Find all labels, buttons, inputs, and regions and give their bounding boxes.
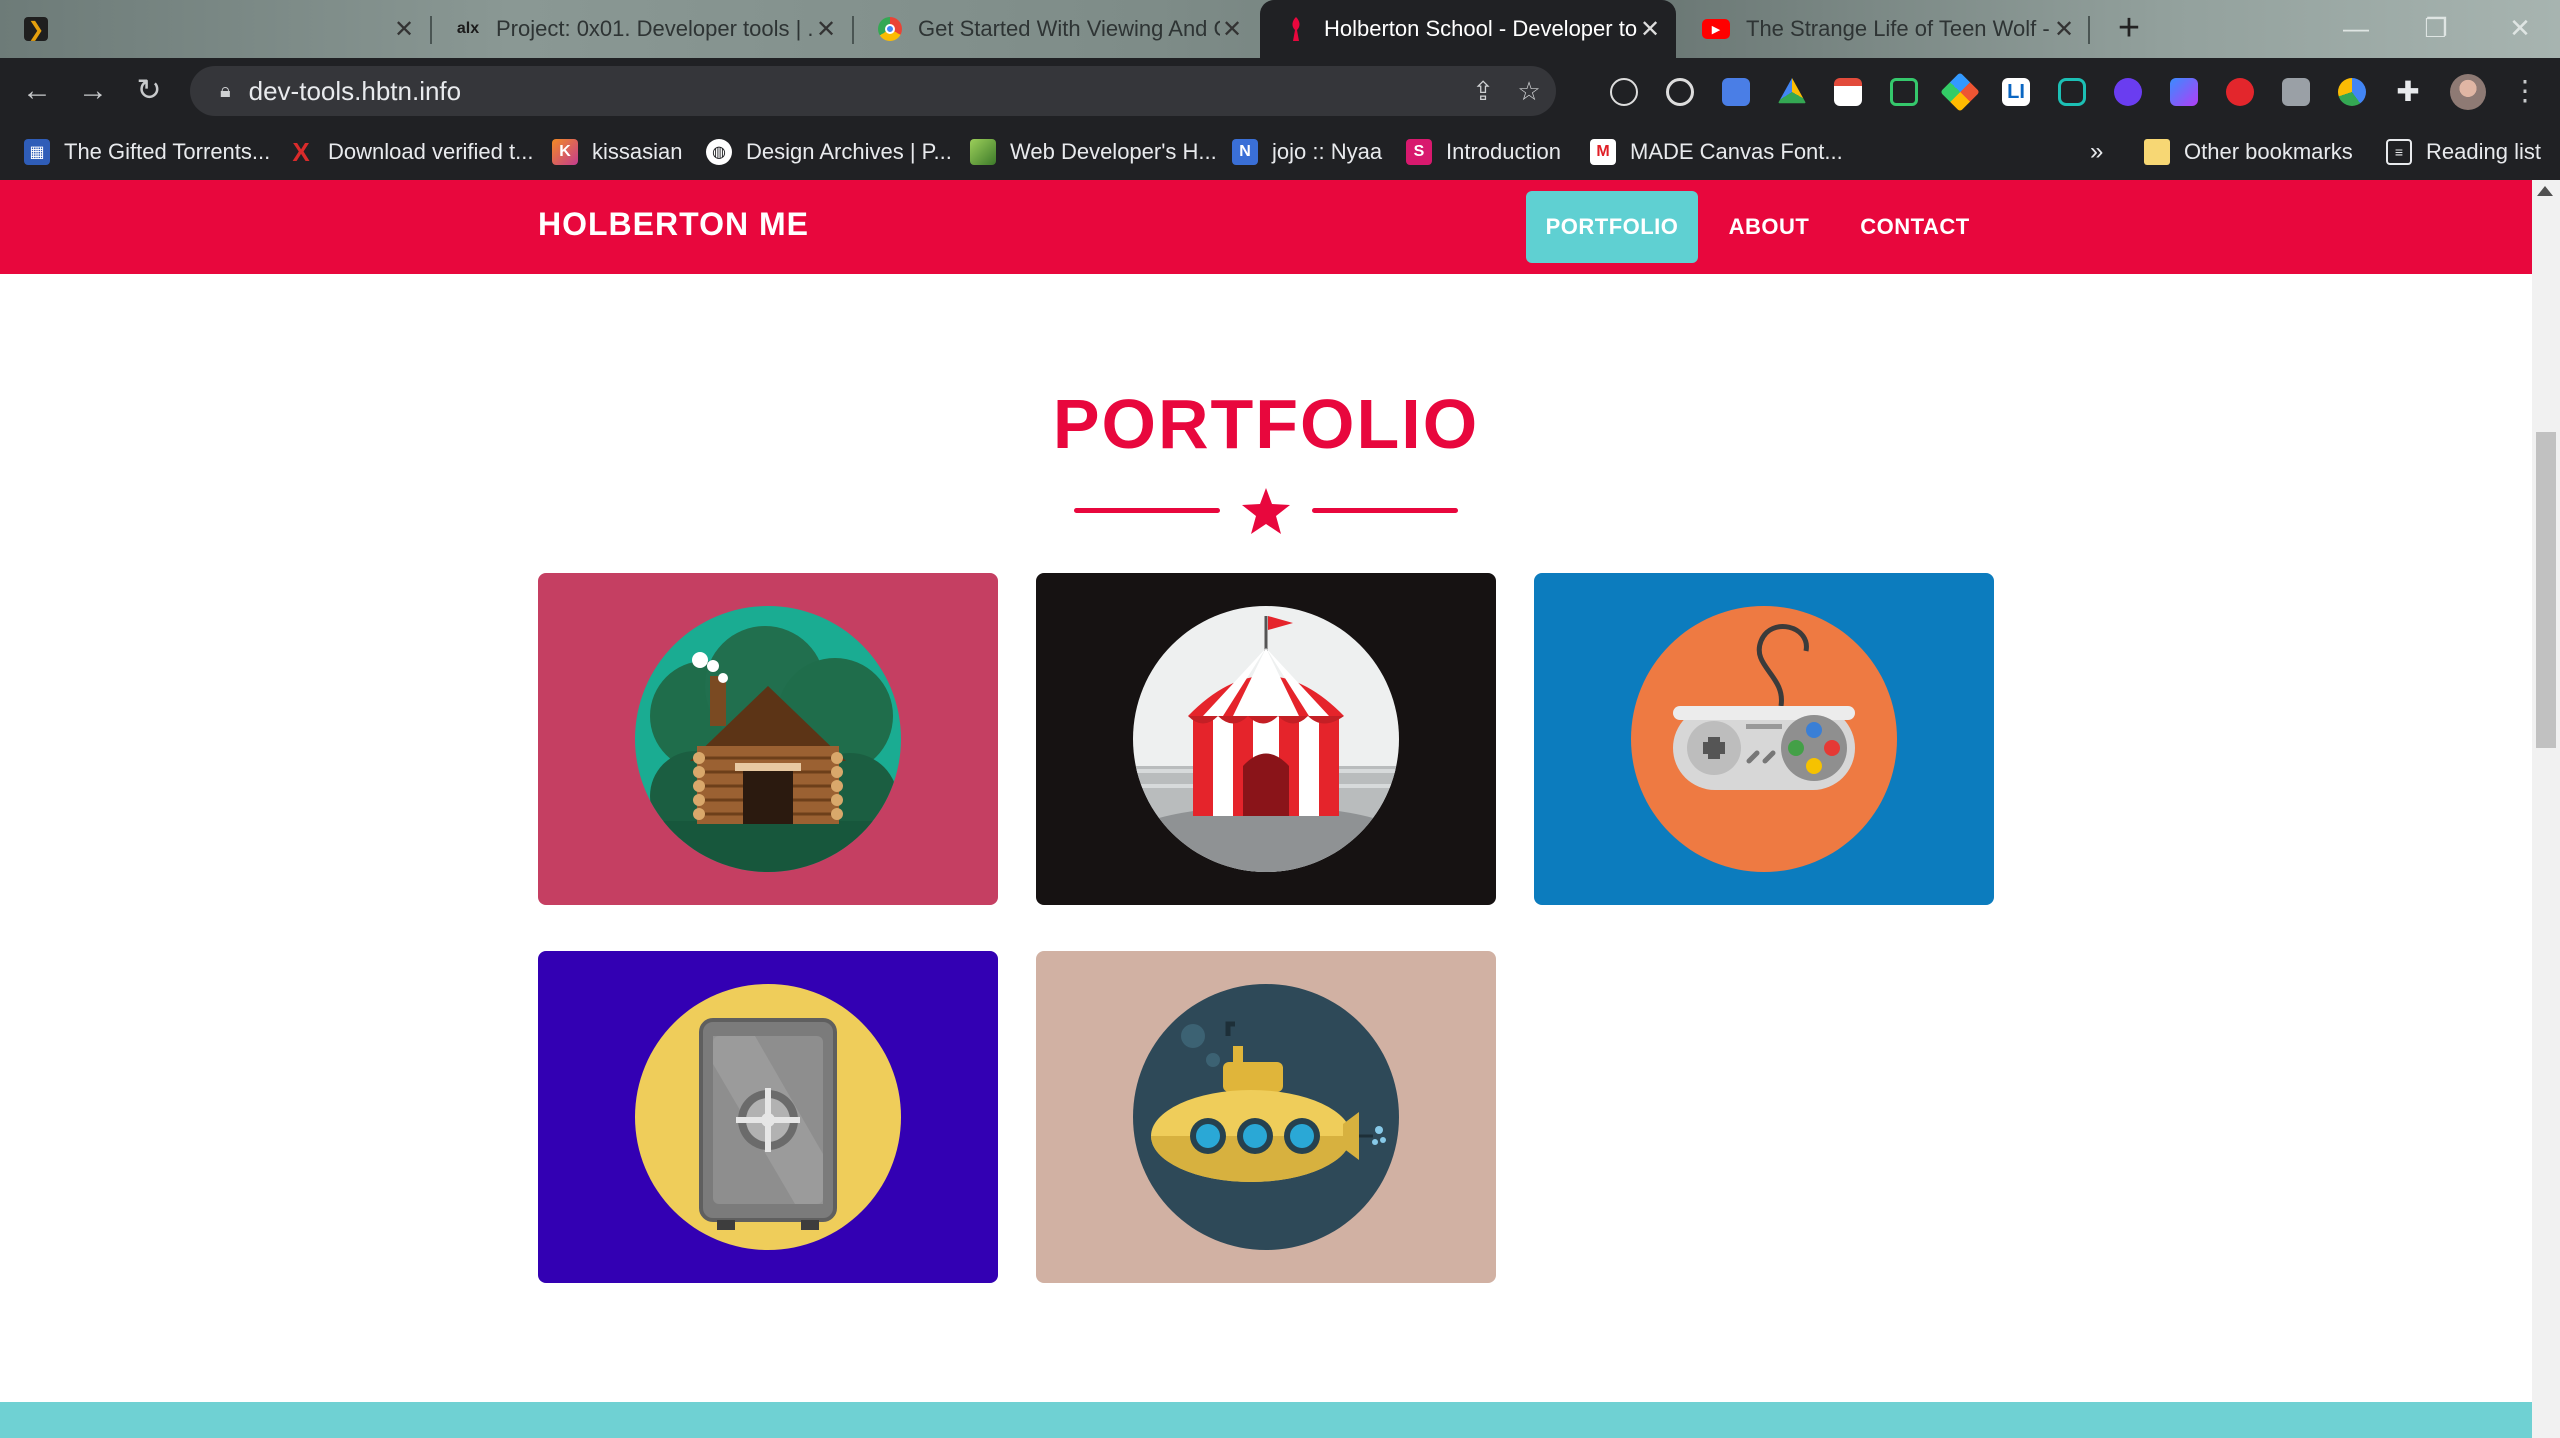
made-icon: M <box>1590 139 1616 165</box>
screenshot-extension-icon[interactable] <box>1890 78 1918 106</box>
page-scrollbar[interactable] <box>2532 180 2560 1438</box>
tab-youtube[interactable]: ▶ The Strange Life of Teen Wolf - Y ✕ <box>1678 0 2090 58</box>
reload-icon[interactable]: ↻ <box>128 70 170 112</box>
tab-holberton[interactable]: Holberton School - Developer to ✕ <box>1260 0 1676 58</box>
section-title: PORTFOLIO <box>1052 385 1480 463</box>
new-tab-button[interactable]: + <box>2108 8 2150 50</box>
google-translate-icon[interactable] <box>1722 78 1750 106</box>
portfolio-item-cabin[interactable] <box>538 573 998 905</box>
react-devtools-icon[interactable] <box>1610 78 1638 106</box>
reading-list-button[interactable]: ≡ Reading list <box>2386 136 2541 168</box>
bookmark-item[interactable]: Web Developer's H... <box>970 136 1217 168</box>
address-bar[interactable]: 🔒︎ dev-tools.hbtn.info ⇪ ☆ <box>190 66 1556 116</box>
game-controller-icon <box>1631 606 1897 872</box>
title-divider-right <box>1312 508 1458 513</box>
calendar-extension-icon[interactable] <box>1834 78 1862 106</box>
globe-icon: ◍ <box>706 139 732 165</box>
scroll-up-arrow-icon[interactable] <box>2537 186 2553 196</box>
plex-icon: ❯ <box>24 17 48 41</box>
youtube-icon: ▶ <box>1702 19 1730 39</box>
bookmarks-overflow-button[interactable]: » <box>2090 136 2103 168</box>
more-menu-icon[interactable]: ⋮ <box>2504 70 2546 112</box>
close-icon[interactable]: ✕ <box>1638 15 1662 44</box>
alx-icon: alx <box>456 20 480 37</box>
scrollbar-thumb[interactable] <box>2536 432 2556 748</box>
nyaa-icon: N <box>1232 139 1258 165</box>
page-viewport: HOLBERTON ME PORTFOLIO ABOUT CONTACT POR… <box>0 180 2532 1438</box>
messenger-extension-icon[interactable] <box>2114 78 2142 106</box>
close-icon[interactable]: ✕ <box>814 15 838 44</box>
site-brand[interactable]: HOLBERTON ME <box>538 206 809 243</box>
safe-icon <box>635 984 901 1250</box>
close-icon[interactable]: ✕ <box>1220 15 1244 44</box>
vpn-extension-icon[interactable] <box>2058 78 2086 106</box>
x-icon: X <box>292 136 310 167</box>
tab-chrome-devtools[interactable]: Get Started With Viewing And Cl ✕ <box>854 0 1258 58</box>
google-lens-icon[interactable] <box>2338 78 2366 106</box>
profile-avatar[interactable] <box>2450 74 2486 110</box>
bookmark-item[interactable]: X Download verified t... <box>288 136 533 168</box>
close-icon[interactable]: ✕ <box>392 15 416 44</box>
google-drive-icon[interactable] <box>1778 78 1806 104</box>
nav-link-contact[interactable]: CONTACT <box>1842 191 1988 263</box>
lock-icon[interactable]: 🔒︎ <box>220 80 231 103</box>
extensions-puzzle-icon[interactable]: ✚ <box>2394 78 2422 106</box>
s-icon: S <box>1406 139 1432 165</box>
tab-separator <box>2088 16 2090 44</box>
portfolio-item-game-controller[interactable] <box>1534 573 1994 905</box>
bookmark-item[interactable]: S Introduction <box>1406 136 1561 168</box>
linkedin-extension-icon[interactable]: LI <box>2002 78 2030 106</box>
tab-strip: ❯ ✕ alx Project: 0x01. Developer tools |… <box>0 0 2560 58</box>
submarine-icon <box>1133 984 1399 1250</box>
reading-list-icon: ≡ <box>2386 139 2412 165</box>
bookmarks-bar: ▦ The Gifted Torrents... X Download veri… <box>0 124 2560 180</box>
k-icon: K <box>552 139 578 165</box>
torrent-icon: ▦ <box>24 139 50 165</box>
bookmark-item[interactable]: N jojo :: Nyaa <box>1232 136 1382 168</box>
title-divider-left <box>1074 508 1220 513</box>
circus-tent-icon <box>1133 606 1399 872</box>
close-icon[interactable]: ✕ <box>2052 15 2076 44</box>
portfolio-item-circus[interactable] <box>1036 573 1496 905</box>
other-bookmarks-button[interactable]: Other bookmarks <box>2144 136 2353 168</box>
bookmark-item[interactable]: ▦ The Gifted Torrents... <box>24 136 270 168</box>
chrome-icon <box>878 17 902 41</box>
browser-toolbar: ← → ↻ 🔒︎ dev-tools.hbtn.info ⇪ ☆ LI ✚ ⋮ <box>0 58 2560 124</box>
bookmark-star-icon[interactable]: ☆ <box>1512 74 1546 108</box>
nav-link-portfolio[interactable]: PORTFOLIO <box>1526 191 1698 263</box>
bookmark-item[interactable]: M MADE Canvas Font... <box>1590 136 1843 168</box>
next-section-band <box>0 1402 2532 1438</box>
colorzilla-icon[interactable] <box>1940 72 1980 112</box>
site-navbar: HOLBERTON ME PORTFOLIO ABOUT CONTACT <box>0 180 2532 274</box>
folder-icon <box>2144 139 2170 165</box>
tab-alx-project[interactable]: alx Project: 0x01. Developer tools | ...… <box>432 0 852 58</box>
portfolio-item-submarine[interactable] <box>1036 951 1496 1283</box>
adblock-icon[interactable] <box>2226 78 2254 106</box>
tile-extension-icon[interactable] <box>2170 78 2198 106</box>
holberton-icon <box>1284 17 1308 41</box>
bookmark-page-icon <box>970 139 996 165</box>
font-extension-icon[interactable] <box>2282 78 2310 106</box>
cabin-icon <box>635 606 901 872</box>
portfolio-item-safe[interactable] <box>538 951 998 1283</box>
tab-plex[interactable]: ❯ ✕ <box>0 0 430 58</box>
minimize-icon[interactable]: — <box>2336 8 2376 48</box>
nav-link-about[interactable]: ABOUT <box>1714 191 1824 263</box>
window-close-icon[interactable]: ✕ <box>2500 8 2540 48</box>
back-icon[interactable]: ← <box>16 70 58 112</box>
bookmark-item[interactable]: K kissasian <box>552 136 682 168</box>
forward-icon[interactable]: → <box>72 70 114 112</box>
maximize-icon[interactable]: ❐ <box>2416 8 2456 48</box>
star-icon <box>1242 488 1290 534</box>
bookmark-item[interactable]: ◍ Design Archives | P... <box>706 136 952 168</box>
url-text[interactable]: dev-tools.hbtn.info <box>249 76 461 107</box>
target-extension-icon[interactable] <box>1666 78 1694 106</box>
share-icon[interactable]: ⇪ <box>1466 74 1500 108</box>
